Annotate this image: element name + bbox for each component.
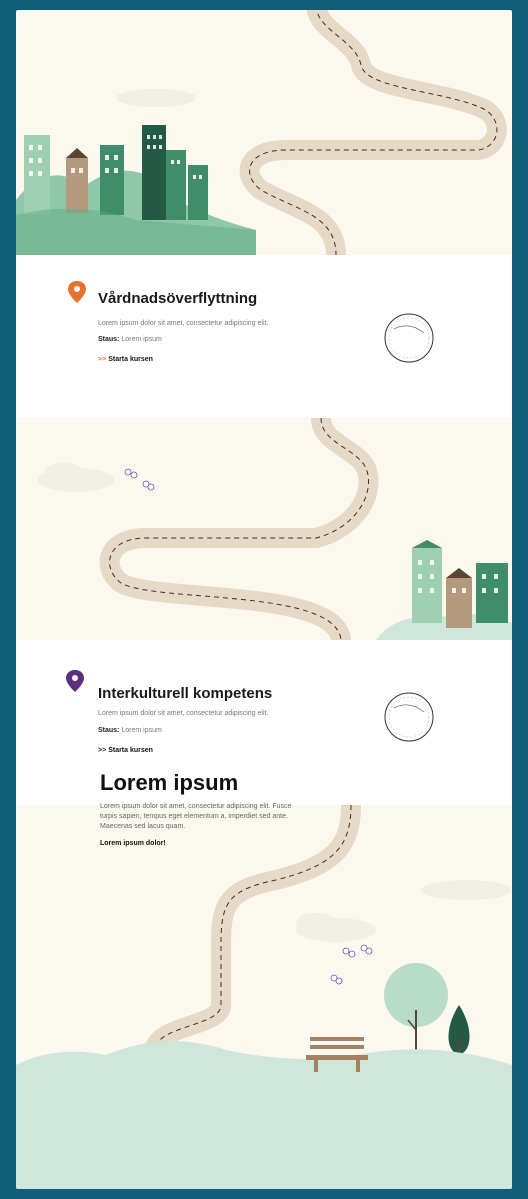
course-title: Interkulturell kompetens [98,685,273,702]
hero-text: Lorem ipsum dolor sit amet, consectetur … [100,803,292,830]
building [24,135,50,215]
postmark-stamp-icon [384,692,434,742]
status-label: Staus: [98,336,120,343]
postmark-stamp-icon [384,313,434,363]
status-value: Lorem ipsum [121,336,162,343]
hero-link[interactable]: Lorem ipsum dolor! [100,840,166,847]
course-status: Staus: Lorem ipsum [98,727,162,734]
course-map-page: Vårdnadsöverflyttning Lorem ipsum dolor … [16,10,512,1189]
course-card[interactable]: Interkulturell kompetens Lorem ipsum dol… [16,640,512,805]
road-scene-top [16,10,507,255]
location-pin-icon [68,281,86,303]
butterfly-icon [330,944,373,985]
hero-title: Lorem ipsum [100,770,239,795]
start-course-label: Starta kursen [108,356,153,363]
start-course-button[interactable]: >> Starta kursen [98,356,153,363]
location-pin-icon [66,670,84,692]
course-card[interactable]: Vårdnadsöverflyttning Lorem ipsum dolor … [16,255,512,418]
road-scene-middle [38,418,512,640]
course-description: Lorem ipsum dolor sit amet, consectetur … [98,320,269,327]
status-label: Staus: [98,727,120,734]
double-chevron-right-icon: >> [98,747,107,754]
start-course-label: Starta kursen [108,747,153,754]
status-value: Lorem ipsum [121,727,162,734]
start-course-button[interactable]: >> Starta kursen [98,747,153,754]
double-chevron-right-icon: >> [98,356,107,363]
course-title: Vårdnadsöverflyttning [98,290,258,307]
course-status: Staus: Lorem ipsum [98,336,162,343]
butterfly-icon [124,468,155,491]
course-description: Lorem ipsum dolor sit amet, consectetur … [98,710,269,717]
park-scene [16,805,512,1189]
